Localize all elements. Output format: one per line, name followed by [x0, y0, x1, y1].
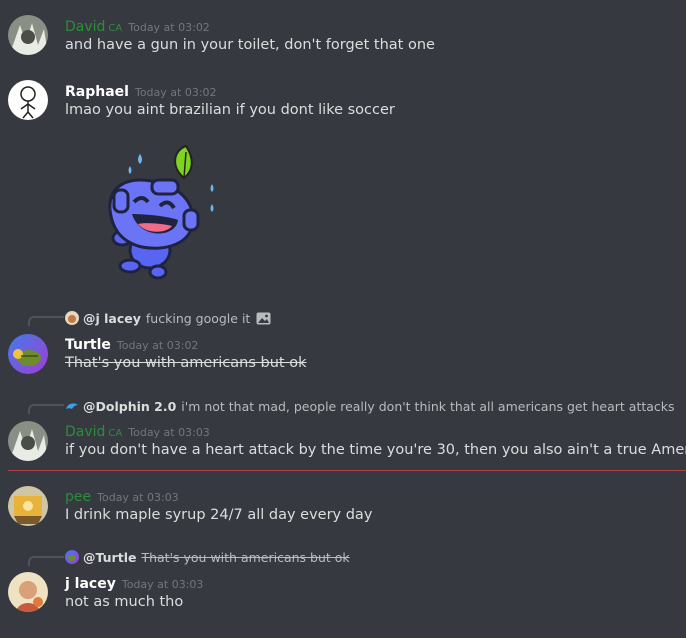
- reply-text: That's you with americans but ok: [141, 549, 350, 565]
- message-header: David CA Today at 03:03: [65, 421, 210, 440]
- username[interactable]: David: [65, 424, 105, 440]
- reply-preview[interactable]: @Turtle That's you with americans but ok: [65, 548, 350, 566]
- reply-preview[interactable]: @Dolphin 2.0 i'm not that mad, people re…: [65, 397, 675, 415]
- avatar[interactable]: [8, 334, 48, 374]
- avatar[interactable]: [8, 486, 48, 526]
- message-text: not as much tho: [65, 594, 184, 610]
- reply-connector: [28, 316, 64, 326]
- reply-text: fucking google it: [145, 310, 251, 326]
- message-text: I drink maple syrup 24/7 all day every d…: [65, 507, 373, 523]
- message-header: pee Today at 03:03: [65, 486, 179, 505]
- reply-avatar: [65, 550, 79, 564]
- message-header: David CA Today at 03:02: [65, 16, 210, 35]
- avatar[interactable]: [8, 15, 48, 55]
- message-text: and have a gun in your toilet, don't for…: [65, 37, 435, 53]
- message-text: lmao you aint brazilian if you dont like…: [65, 102, 395, 118]
- message-header: Turtle Today at 03:02: [65, 334, 199, 353]
- reply-avatar: [65, 311, 79, 325]
- user-tag: CA: [108, 428, 123, 439]
- username[interactable]: pee: [65, 489, 91, 505]
- username[interactable]: David: [65, 19, 105, 35]
- username[interactable]: Turtle: [65, 337, 111, 353]
- avatar[interactable]: [8, 572, 48, 612]
- timestamp: Today at 03:02: [116, 339, 199, 352]
- image-icon: [256, 312, 271, 325]
- new-messages-divider: [8, 470, 686, 471]
- reply-preview[interactable]: @j lacey fucking google it: [65, 309, 271, 327]
- reply-author[interactable]: @Turtle: [83, 550, 136, 565]
- timestamp: Today at 03:03: [128, 426, 210, 439]
- timestamp: Today at 03:03: [121, 578, 204, 591]
- timestamp: Today at 03:02: [134, 86, 217, 99]
- avatar[interactable]: [8, 80, 48, 120]
- message-header: Raphael Today at 03:02: [65, 81, 217, 100]
- wumpus-laughing-sticker[interactable]: [100, 140, 230, 282]
- message-text: That's you with americans but ok: [65, 355, 307, 371]
- reply-author[interactable]: @j lacey: [83, 311, 141, 326]
- reply-author[interactable]: @Dolphin 2.0: [83, 399, 176, 414]
- reply-connector: [28, 404, 64, 414]
- timestamp: Today at 03:03: [97, 491, 179, 504]
- user-tag: CA: [108, 23, 123, 34]
- reply-text: i'm not that mad, people really don't th…: [181, 398, 675, 414]
- message-header: j lacey Today at 03:03: [65, 573, 204, 592]
- reply-connector: [28, 556, 64, 566]
- message-text: if you don't have a heart attack by the …: [65, 442, 686, 458]
- dolphin-icon: [65, 399, 79, 413]
- username[interactable]: Raphael: [65, 84, 129, 100]
- timestamp: Today at 03:02: [128, 21, 210, 34]
- avatar[interactable]: [8, 421, 48, 461]
- username[interactable]: j lacey: [65, 576, 116, 592]
